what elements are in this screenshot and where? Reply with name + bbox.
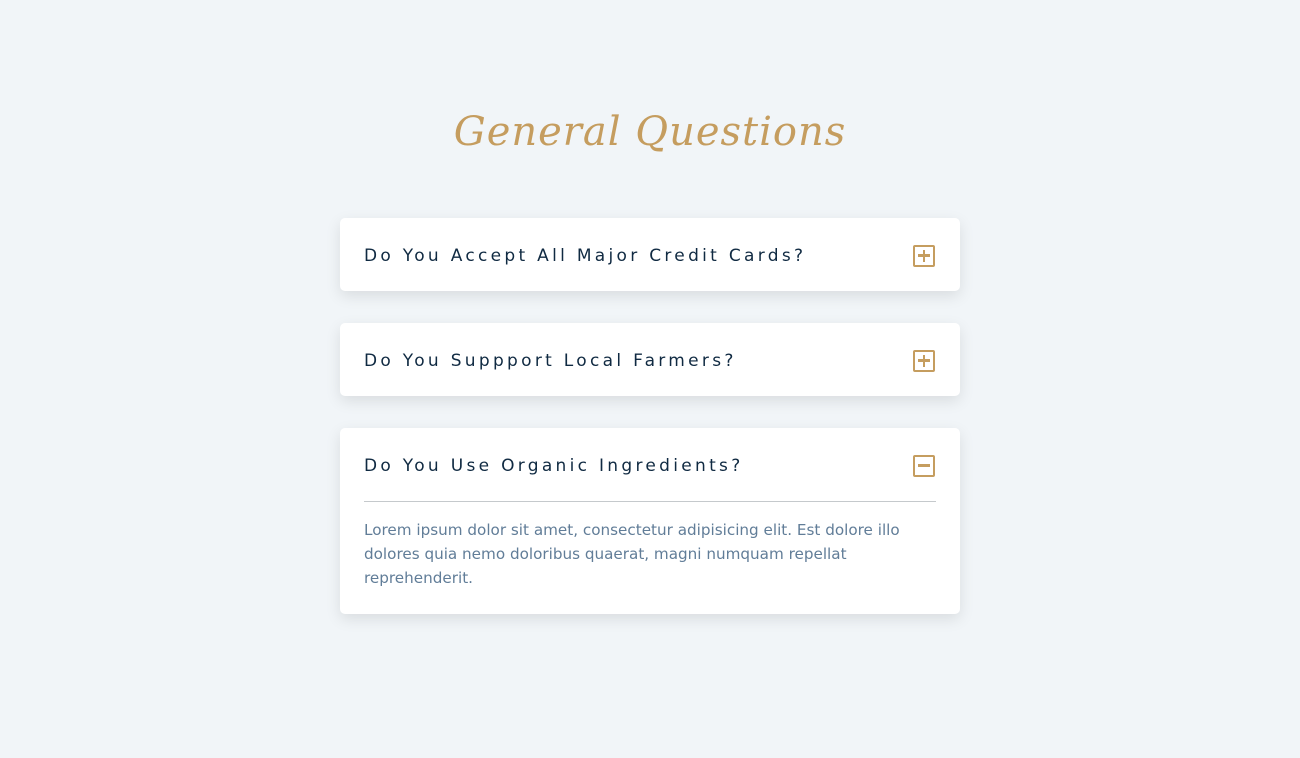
faq-question: Do You Use Organic Ingredients? bbox=[364, 455, 744, 476]
faq-question: Do You Suppport Local Farmers? bbox=[364, 350, 737, 371]
minus-square-icon[interactable] bbox=[913, 454, 935, 477]
faq-item-organic-ingredients: Do You Use Organic Ingredients? Lorem ip… bbox=[340, 428, 960, 614]
faq-item-local-farmers: Do You Suppport Local Farmers? bbox=[340, 323, 960, 396]
faq-answer-panel: Lorem ipsum dolor sit amet, consectetur … bbox=[364, 501, 936, 614]
faq-header[interactable]: Do You Accept All Major Credit Cards? bbox=[364, 218, 936, 291]
faq-item-credit-cards: Do You Accept All Major Credit Cards? bbox=[340, 218, 960, 291]
faq-answer: Lorem ipsum dolor sit amet, consectetur … bbox=[364, 521, 900, 587]
faq-list: Do You Accept All Major Credit Cards? Do… bbox=[340, 218, 960, 646]
faq-header[interactable]: Do You Suppport Local Farmers? bbox=[364, 323, 936, 396]
page-title: General Questions bbox=[453, 109, 847, 155]
plus-square-icon[interactable] bbox=[913, 349, 935, 372]
plus-square-icon[interactable] bbox=[913, 244, 935, 267]
faq-question: Do You Accept All Major Credit Cards? bbox=[364, 245, 807, 266]
faq-header[interactable]: Do You Use Organic Ingredients? bbox=[364, 428, 936, 501]
